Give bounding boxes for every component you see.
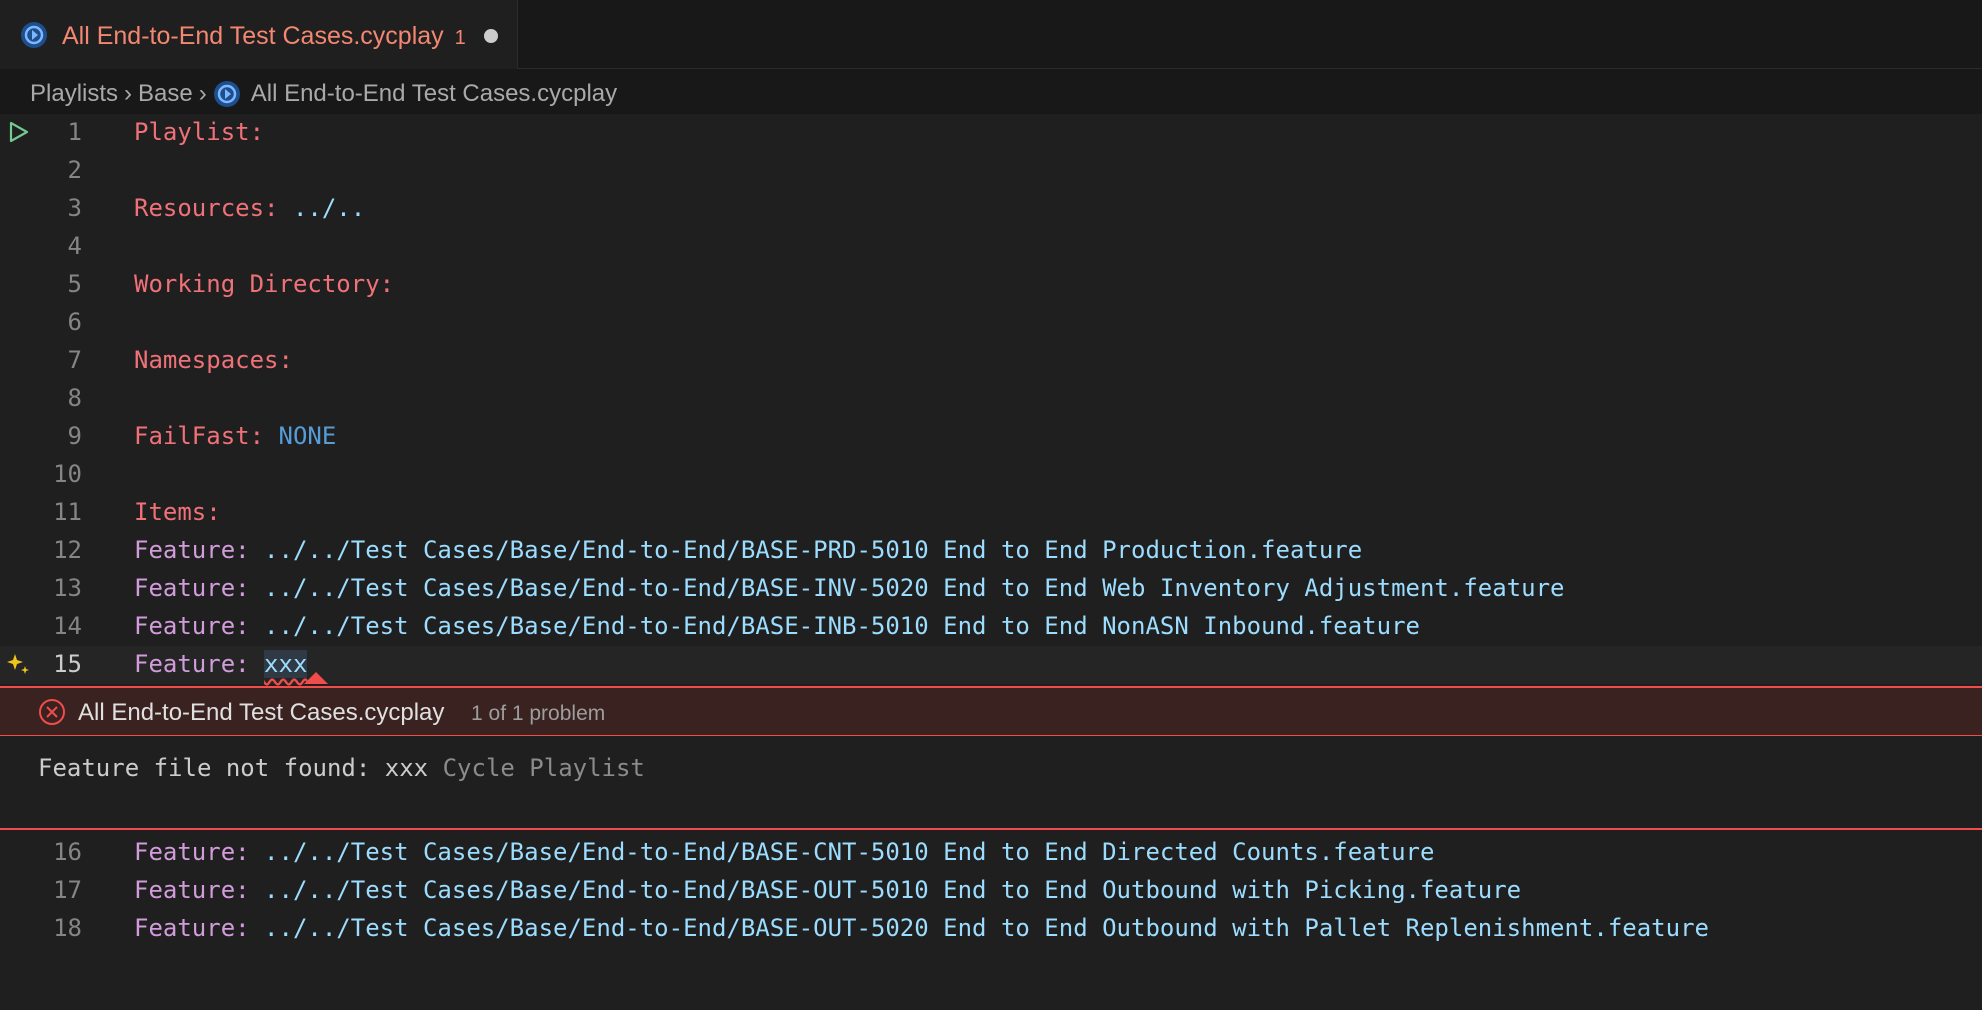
- code-line[interactable]: 18 Feature: ../../Test Cases/Base/End-to-…: [0, 910, 1982, 948]
- chevron-right-icon: ›: [198, 80, 207, 107]
- code-value: ../../Test Cases/Base/End-to-End/BASE-IN…: [249, 574, 1565, 602]
- error-message: Feature file not found: xxx: [38, 754, 429, 782]
- code-text: Resources: ../..: [134, 194, 365, 222]
- code-text: Items:: [134, 498, 221, 526]
- line-number: 7: [67, 346, 82, 374]
- tab-playlist[interactable]: All End-to-End Test Cases.cycplay 1: [0, 0, 518, 69]
- code-key: Working Directory:: [134, 270, 395, 298]
- code-line[interactable]: 10: [0, 456, 1982, 494]
- line-number: 10: [53, 460, 82, 488]
- cycle-playlist-icon: [21, 22, 47, 48]
- code-key: Feature:: [134, 574, 250, 602]
- code-value: NONE: [264, 422, 337, 450]
- peek-problem-count: 1 of 1 problem: [471, 702, 606, 725]
- error-source: Cycle Playlist: [442, 754, 645, 782]
- breadcrumb: Playlists › Base › All End-to-End Test C…: [30, 78, 617, 110]
- line-number: 4: [67, 232, 82, 260]
- unsaved-dot-icon[interactable]: [484, 29, 498, 43]
- tab-bar: All End-to-End Test Cases.cycplay 1: [0, 0, 1982, 69]
- peek-message: Feature file not found: xxx Cycle Playli…: [38, 754, 645, 782]
- code-text: Feature: ../../Test Cases/Base/End-to-En…: [134, 876, 1521, 904]
- line-number: 12: [53, 536, 82, 564]
- code-line[interactable]: 2: [0, 152, 1982, 190]
- line-number: 6: [67, 308, 82, 336]
- code-key: Playlist:: [134, 118, 265, 146]
- code-key: Feature:: [134, 914, 250, 942]
- line-number: 14: [53, 612, 82, 640]
- line-number: 3: [67, 194, 82, 222]
- error-token[interactable]: xxx: [264, 650, 308, 678]
- code-line[interactable]: 3 Resources: ../..: [0, 190, 1982, 228]
- error-icon: [39, 699, 65, 725]
- code-line[interactable]: 4: [0, 228, 1982, 266]
- line-number: 8: [67, 384, 82, 412]
- code-line[interactable]: 8: [0, 380, 1982, 418]
- run-icon[interactable]: [6, 119, 32, 145]
- code-value: ../../Test Cases/Base/End-to-End/BASE-OU…: [249, 914, 1709, 942]
- code-key: Namespaces:: [134, 346, 293, 374]
- code-text: FailFast: NONE: [134, 422, 336, 450]
- code-text: Feature: ../../Test Cases/Base/End-to-En…: [134, 536, 1362, 564]
- code-line[interactable]: 16 Feature: ../../Test Cases/Base/End-to-…: [0, 834, 1982, 872]
- code-line[interactable]: 5 Working Directory:: [0, 266, 1982, 304]
- code-key: Feature:: [134, 876, 250, 904]
- breadcrumb-playlists[interactable]: Playlists: [30, 80, 118, 108]
- line-number: 11: [53, 498, 82, 526]
- code-line[interactable]: 6: [0, 304, 1982, 342]
- code-value: ../../Test Cases/Base/End-to-End/BASE-CN…: [249, 838, 1435, 866]
- code-text: Feature: ../../Test Cases/Base/End-to-En…: [134, 914, 1709, 942]
- code-editor[interactable]: 1 Playlist: 2 3 Resources: ../.. 4 5 Working Di…: [0, 114, 1982, 1010]
- chevron-right-icon: ›: [124, 80, 133, 107]
- code-text: Playlist:: [134, 118, 264, 146]
- code-key: Feature:: [134, 838, 250, 866]
- code-line[interactable]: 15 Feature: xxx: [0, 646, 1982, 684]
- code-text: Feature: ../../Test Cases/Base/End-to-En…: [134, 612, 1420, 640]
- code-value: ../../Test Cases/Base/End-to-End/BASE-PR…: [249, 536, 1363, 564]
- code-key: Feature:: [134, 650, 250, 678]
- line-number: 13: [53, 574, 82, 602]
- peek-header: All End-to-End Test Cases.cycplay 1 of 1 …: [0, 688, 1982, 736]
- code-value: ../../Test Cases/Base/End-to-End/BASE-OU…: [249, 876, 1522, 904]
- code-text: Feature: xxx: [134, 650, 308, 678]
- code-text: Namespaces:: [134, 346, 293, 374]
- code-line[interactable]: 17 Feature: ../../Test Cases/Base/End-to-…: [0, 872, 1982, 910]
- code-line[interactable]: 1 Playlist:: [0, 114, 1982, 152]
- tab-title: All End-to-End Test Cases.cycplay 1: [62, 22, 466, 50]
- line-number: 9: [67, 422, 82, 450]
- sparkle-icon[interactable]: [6, 651, 32, 677]
- code-line[interactable]: 12 Feature: ../../Test Cases/Base/End-to-…: [0, 532, 1982, 570]
- line-number: 18: [53, 914, 82, 942]
- peek-file-name[interactable]: All End-to-End Test Cases.cycplay: [78, 699, 444, 727]
- line-number: 16: [53, 838, 82, 866]
- code-value: ../../Test Cases/Base/End-to-End/BASE-IN…: [249, 612, 1420, 640]
- code-text: Working Directory:: [134, 270, 394, 298]
- code-line[interactable]: 14 Feature: ../../Test Cases/Base/End-to-…: [0, 608, 1982, 646]
- code-line[interactable]: 13 Feature: ../../Test Cases/Base/End-to-…: [0, 570, 1982, 608]
- code-key: Feature:: [134, 612, 250, 640]
- breadcrumb-file[interactable]: All End-to-End Test Cases.cycplay: [251, 80, 617, 108]
- line-number: 2: [67, 156, 82, 184]
- code-key: Feature:: [134, 536, 250, 564]
- code-key: Items:: [134, 498, 221, 526]
- peek-pointer: [304, 672, 328, 684]
- problem-peek-panel[interactable]: All End-to-End Test Cases.cycplay 1 of 1 …: [0, 686, 1982, 830]
- code-value: ../..: [278, 194, 366, 222]
- breadcrumb-base[interactable]: Base: [138, 80, 193, 108]
- code-text: Feature: ../../Test Cases/Base/End-to-En…: [134, 838, 1434, 866]
- cycle-playlist-icon: [213, 81, 240, 107]
- code-line[interactable]: 9 FailFast: NONE: [0, 418, 1982, 456]
- code-line[interactable]: 11 Items:: [0, 494, 1982, 532]
- code-line[interactable]: 7 Namespaces:: [0, 342, 1982, 380]
- line-number: 17: [53, 876, 82, 904]
- code-text: Feature: ../../Test Cases/Base/End-to-En…: [134, 574, 1564, 602]
- code-key: Resources:: [134, 194, 279, 222]
- code-key: FailFast:: [134, 422, 265, 450]
- line-number: 5: [67, 270, 82, 298]
